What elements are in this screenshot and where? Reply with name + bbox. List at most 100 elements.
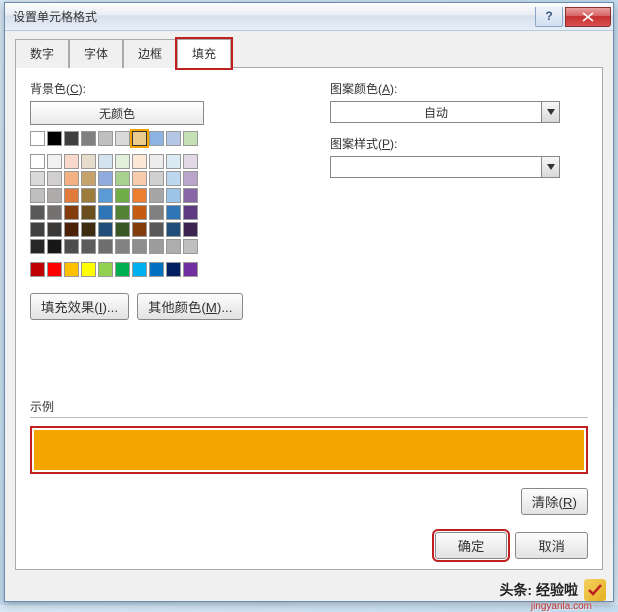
color-swatch[interactable] bbox=[149, 154, 164, 169]
color-swatch[interactable] bbox=[132, 131, 147, 146]
watermark-text: 头条: 经验啦 bbox=[499, 580, 578, 600]
chevron-down-icon bbox=[541, 157, 559, 177]
color-swatch[interactable] bbox=[81, 222, 96, 237]
color-swatch[interactable] bbox=[166, 171, 181, 186]
color-swatch[interactable] bbox=[30, 188, 45, 203]
close-button[interactable] bbox=[565, 7, 611, 27]
color-swatch[interactable] bbox=[132, 205, 147, 220]
color-swatch[interactable] bbox=[81, 239, 96, 254]
color-swatch[interactable] bbox=[30, 262, 45, 277]
color-swatch[interactable] bbox=[81, 262, 96, 277]
help-button[interactable]: ? bbox=[535, 7, 563, 27]
color-swatch[interactable] bbox=[47, 222, 62, 237]
pattern-style-combo[interactable] bbox=[330, 156, 560, 178]
example-label: 示例 bbox=[30, 398, 588, 418]
color-swatch[interactable] bbox=[47, 171, 62, 186]
cancel-button[interactable]: 取消 bbox=[515, 532, 588, 559]
color-swatch[interactable] bbox=[183, 154, 198, 169]
color-swatch[interactable] bbox=[183, 222, 198, 237]
color-swatch[interactable] bbox=[132, 154, 147, 169]
color-swatch[interactable] bbox=[47, 154, 62, 169]
color-swatch[interactable] bbox=[166, 188, 181, 203]
color-swatch[interactable] bbox=[115, 154, 130, 169]
color-swatch[interactable] bbox=[166, 205, 181, 220]
color-swatch[interactable] bbox=[64, 222, 79, 237]
color-swatch[interactable] bbox=[166, 262, 181, 277]
other-colors-button[interactable]: 其他颜色(M)... bbox=[137, 293, 243, 320]
fill-effects-button[interactable]: 填充效果(I)... bbox=[30, 293, 129, 320]
color-swatch[interactable] bbox=[64, 239, 79, 254]
color-swatch[interactable] bbox=[183, 131, 198, 146]
color-swatch[interactable] bbox=[64, 171, 79, 186]
color-swatch[interactable] bbox=[47, 262, 62, 277]
tab-border[interactable]: 边框 bbox=[123, 39, 177, 68]
color-swatch[interactable] bbox=[64, 205, 79, 220]
dialog-window: 设置单元格格式 ? 数字 字体 边框 填充 背景色(C): 无颜色 bbox=[4, 2, 614, 602]
color-swatch[interactable] bbox=[98, 262, 113, 277]
color-swatch[interactable] bbox=[115, 188, 130, 203]
color-swatch[interactable] bbox=[183, 239, 198, 254]
color-swatch[interactable] bbox=[183, 188, 198, 203]
color-swatch[interactable] bbox=[149, 171, 164, 186]
color-swatch[interactable] bbox=[81, 188, 96, 203]
color-swatch[interactable] bbox=[149, 131, 164, 146]
color-swatch[interactable] bbox=[149, 222, 164, 237]
color-swatch[interactable] bbox=[30, 154, 45, 169]
color-swatch[interactable] bbox=[183, 171, 198, 186]
color-swatch[interactable] bbox=[132, 188, 147, 203]
color-swatch[interactable] bbox=[132, 222, 147, 237]
color-swatch[interactable] bbox=[149, 188, 164, 203]
color-swatch[interactable] bbox=[98, 205, 113, 220]
color-swatch[interactable] bbox=[81, 171, 96, 186]
color-swatch[interactable] bbox=[166, 239, 181, 254]
color-swatch[interactable] bbox=[98, 154, 113, 169]
color-swatch[interactable] bbox=[98, 171, 113, 186]
color-swatch[interactable] bbox=[115, 205, 130, 220]
tab-fill[interactable]: 填充 bbox=[177, 39, 231, 68]
color-swatch[interactable] bbox=[81, 205, 96, 220]
color-swatch[interactable] bbox=[30, 222, 45, 237]
color-swatch[interactable] bbox=[30, 239, 45, 254]
color-swatch[interactable] bbox=[132, 239, 147, 254]
color-swatch[interactable] bbox=[64, 131, 79, 146]
color-swatch[interactable] bbox=[115, 262, 130, 277]
color-swatch[interactable] bbox=[47, 188, 62, 203]
pattern-color-combo[interactable]: 自动 bbox=[330, 101, 560, 123]
color-swatch[interactable] bbox=[149, 262, 164, 277]
color-swatch[interactable] bbox=[166, 222, 181, 237]
ok-button[interactable]: 确定 bbox=[435, 532, 508, 559]
color-swatch[interactable] bbox=[183, 262, 198, 277]
no-color-button[interactable]: 无颜色 bbox=[30, 101, 204, 125]
color-swatch[interactable] bbox=[166, 154, 181, 169]
color-swatch[interactable] bbox=[115, 131, 130, 146]
color-swatch[interactable] bbox=[81, 131, 96, 146]
color-swatch[interactable] bbox=[47, 239, 62, 254]
color-swatch[interactable] bbox=[64, 154, 79, 169]
color-swatch[interactable] bbox=[98, 131, 113, 146]
color-swatch[interactable] bbox=[81, 154, 96, 169]
example-preview-frame bbox=[30, 426, 588, 474]
color-swatch[interactable] bbox=[98, 188, 113, 203]
color-swatch[interactable] bbox=[64, 188, 79, 203]
color-swatch[interactable] bbox=[149, 239, 164, 254]
color-swatch[interactable] bbox=[149, 205, 164, 220]
color-swatch[interactable] bbox=[183, 205, 198, 220]
tab-number[interactable]: 数字 bbox=[15, 39, 69, 68]
clear-button[interactable]: 清除(R) bbox=[521, 488, 588, 515]
color-swatch[interactable] bbox=[166, 131, 181, 146]
color-swatch[interactable] bbox=[47, 205, 62, 220]
close-icon bbox=[582, 12, 594, 22]
color-swatch[interactable] bbox=[132, 171, 147, 186]
color-swatch[interactable] bbox=[47, 131, 62, 146]
color-swatch[interactable] bbox=[30, 205, 45, 220]
color-swatch[interactable] bbox=[98, 239, 113, 254]
color-swatch[interactable] bbox=[98, 222, 113, 237]
color-swatch[interactable] bbox=[115, 222, 130, 237]
color-swatch[interactable] bbox=[30, 131, 45, 146]
color-swatch[interactable] bbox=[30, 171, 45, 186]
color-swatch[interactable] bbox=[115, 239, 130, 254]
tab-font[interactable]: 字体 bbox=[69, 39, 123, 68]
color-swatch[interactable] bbox=[115, 171, 130, 186]
color-swatch[interactable] bbox=[132, 262, 147, 277]
color-swatch[interactable] bbox=[64, 262, 79, 277]
